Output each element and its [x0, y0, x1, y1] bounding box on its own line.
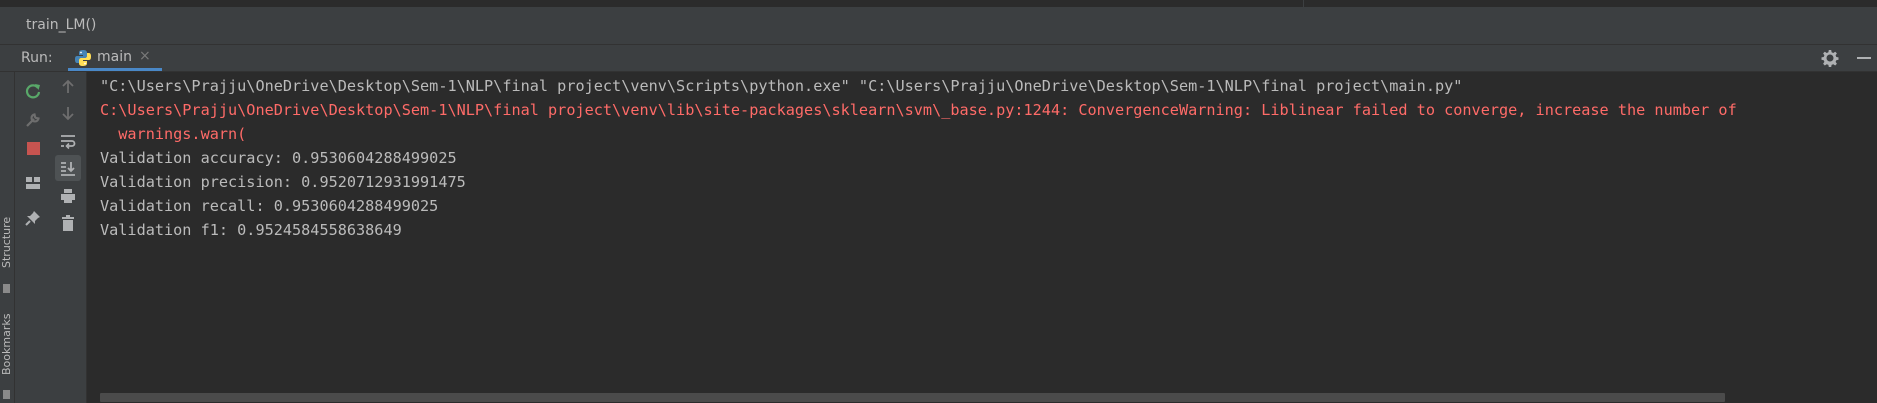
print-icon	[61, 189, 75, 203]
layout-button[interactable]	[20, 170, 46, 196]
clear-all-button[interactable]	[55, 210, 81, 236]
gear-icon[interactable]	[1820, 48, 1840, 68]
scroll-to-end-button[interactable]	[55, 155, 81, 181]
console-line-precision: Validation precision: 0.9520712931991475	[100, 173, 466, 191]
minimize-icon[interactable]	[1857, 57, 1871, 59]
arrow-down-icon	[62, 107, 74, 121]
bookmarks-tab[interactable]: Bookmarks	[0, 304, 14, 384]
console-line-warning[interactable]: C:\Users\Prajju\OneDrive\Desktop\Sem-1\N…	[100, 101, 1737, 119]
bookmarks-tab-icon	[3, 390, 10, 399]
side-tool-strip: Structure Bookmarks	[0, 72, 15, 403]
console-output[interactable]: "C:\Users\Prajju\OneDrive\Desktop\Sem-1\…	[87, 72, 1877, 403]
rerun-button[interactable]	[20, 78, 46, 104]
up-trace-button[interactable]	[55, 74, 81, 100]
run-toolbar-right	[51, 72, 87, 403]
structure-tab-icon	[3, 284, 10, 293]
console-line-recall: Validation recall: 0.9530604288499025	[100, 197, 439, 215]
edit-config-button[interactable]	[20, 107, 46, 133]
editor-divider	[1303, 0, 1304, 7]
console-line-f1: Validation f1: 0.9524584558638649	[100, 221, 402, 239]
console-line-warning-call: warnings.warn(	[100, 125, 247, 143]
soft-wrap-icon	[61, 135, 76, 150]
structure-tab[interactable]: Structure	[0, 207, 14, 277]
breadcrumb-function[interactable]: train_LM()	[26, 17, 96, 33]
layout-icon	[26, 177, 40, 189]
run-label: Run:	[21, 50, 53, 66]
down-trace-button[interactable]	[55, 100, 81, 126]
rerun-icon	[25, 84, 41, 99]
run-toolwindow-header: Run: main ×	[0, 45, 1877, 72]
console-line-command: "C:\Users\Prajju\OneDrive\Desktop\Sem-1\…	[100, 77, 1463, 95]
run-toolbar-left	[15, 72, 51, 403]
close-icon[interactable]: ×	[139, 48, 151, 64]
tab-main-label: main	[97, 49, 132, 65]
wrench-icon	[26, 113, 40, 127]
vertical-scrollbar[interactable]	[1867, 72, 1877, 403]
python-icon	[75, 50, 91, 66]
tab-main[interactable]: main ×	[68, 45, 162, 71]
breadcrumb: train_LM()	[0, 8, 1877, 45]
trash-icon	[62, 215, 74, 231]
scroll-to-end-icon	[61, 162, 75, 176]
horizontal-scrollbar[interactable]	[100, 393, 1725, 402]
soft-wrap-button[interactable]	[55, 128, 81, 154]
pin-button[interactable]	[20, 205, 46, 231]
stop-button[interactable]	[20, 135, 46, 161]
console-line-accuracy: Validation accuracy: 0.9530604288499025	[100, 149, 457, 167]
print-button[interactable]	[55, 183, 81, 209]
pin-icon	[25, 211, 40, 226]
editor-top-strip	[0, 0, 1877, 8]
arrow-up-icon	[62, 79, 74, 93]
stop-icon	[26, 141, 40, 155]
